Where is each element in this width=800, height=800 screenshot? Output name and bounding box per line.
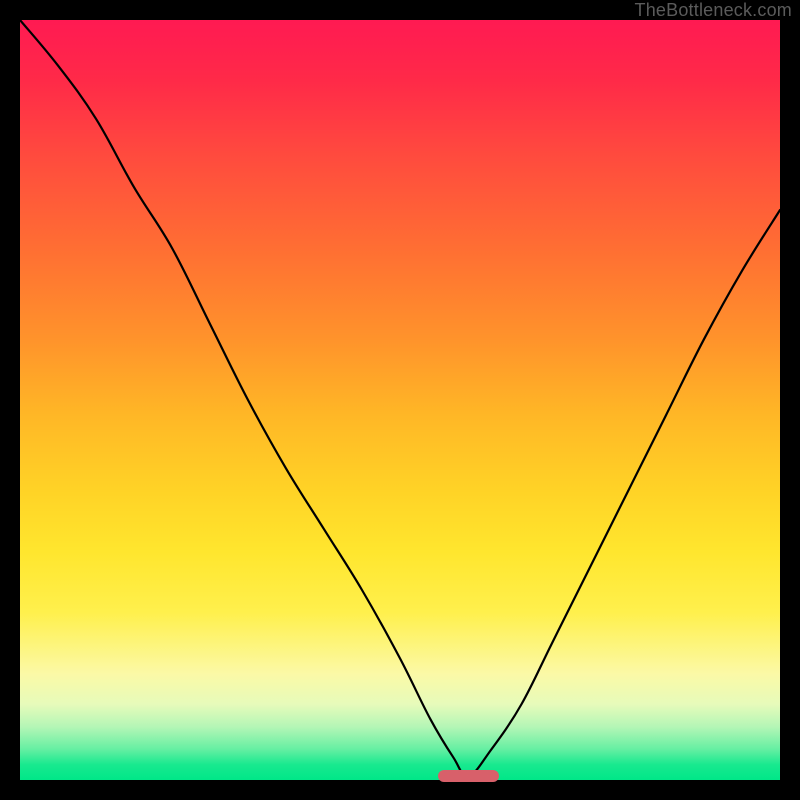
chart-frame: TheBottleneck.com — [0, 0, 800, 800]
bottleneck-curve — [20, 20, 780, 780]
curve-path — [20, 20, 780, 776]
optimal-marker — [438, 770, 499, 782]
chart-plot-area — [20, 20, 780, 780]
watermark-text: TheBottleneck.com — [635, 0, 792, 21]
